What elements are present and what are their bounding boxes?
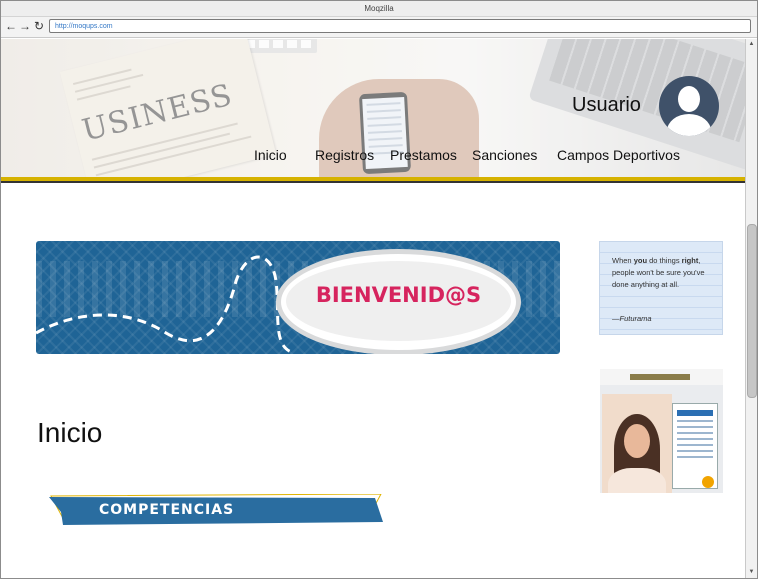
reload-icon[interactable]: ↻ [33,19,45,33]
quote-text: When you do things right, people won't b… [612,256,705,289]
window-title: Moqzilla [364,4,394,13]
browser-toolbar: ← → ↻ http://moqups.com [1,17,757,38]
window-titlebar: Moqzilla [1,1,757,17]
address-url: http://moqups.com [55,23,113,30]
user-label[interactable]: Usuario [572,94,641,117]
nav-item-sanciones[interactable]: Sanciones [472,147,537,163]
promo-image[interactable] [600,369,723,493]
header-divider [1,177,746,183]
welcome-text: BIENVENID@S [315,283,482,307]
nav-item-campos-deportivos[interactable]: Campos Deportivos [557,147,680,163]
header-hero: USINESS Usuario Inicio Registros Prestam… [1,39,746,177]
page-viewport: USINESS Usuario Inicio Registros Prestam… [1,39,746,578]
back-arrow-icon[interactable]: ← [5,19,17,33]
address-bar[interactable]: http://moqups.com [49,19,751,33]
quote-note: When you do things right, people won't b… [599,241,723,335]
scroll-down-icon[interactable]: ▼ [747,568,756,577]
quote-author: —Futurama [612,314,652,323]
arrow-circle-icon [702,476,714,488]
competencias-label: COMPETENCIAS [49,494,383,526]
competencias-text: COMPETENCIAS [99,502,235,518]
vertical-scrollbar[interactable]: ▲ ▼ [745,39,757,578]
page-title: Inicio [37,417,103,448]
nav-item-prestamos[interactable]: Prestamos [390,147,457,163]
nav-item-registros[interactable]: Registros [315,147,374,163]
welcome-banner: BIENVENID@S [36,241,560,354]
avatar-icon[interactable] [659,76,719,136]
scrollbar-thumb[interactable] [747,224,757,398]
browser-window: Moqzilla ← → ↻ http://moqups.com USINESS [0,0,758,579]
scroll-up-icon[interactable]: ▲ [747,40,756,49]
brand-logo [630,374,690,380]
forward-arrow-icon[interactable]: → [19,19,31,33]
nav-item-inicio[interactable]: Inicio [254,147,287,163]
